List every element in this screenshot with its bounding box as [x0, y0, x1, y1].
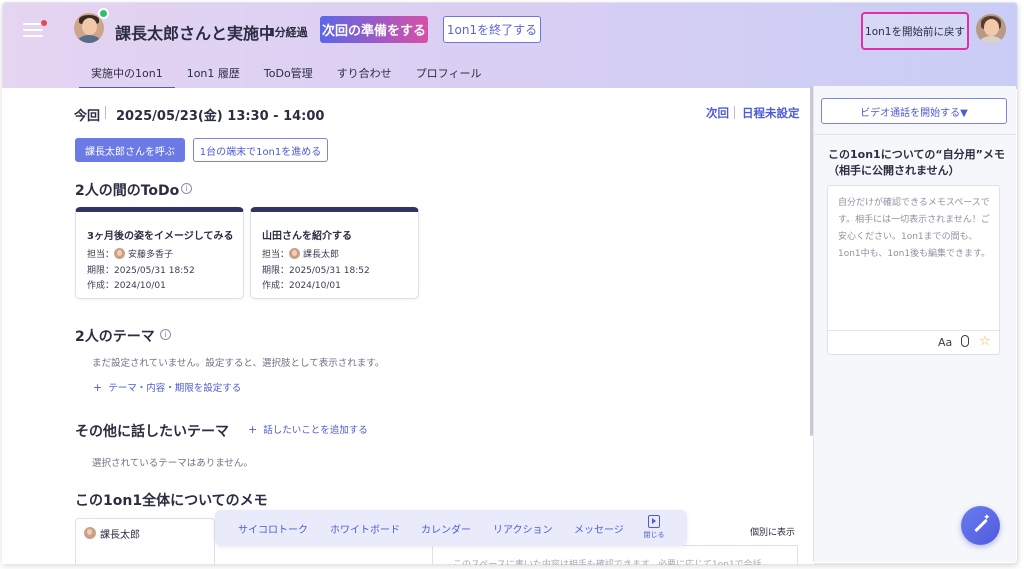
user-avatar[interactable]	[976, 14, 1006, 44]
add-topic-link[interactable]: + 話したいことを追加する	[248, 422, 368, 436]
todo-section-title: 2人の間のToDo	[75, 183, 180, 199]
reaction-button[interactable]: リアクション	[493, 521, 553, 536]
todo-title: 山田さんを紹介する	[262, 231, 352, 242]
assignee-name: 課長太郎	[303, 250, 340, 260]
message-button[interactable]: メッセージ	[574, 521, 624, 536]
prepare-next-button[interactable]: 次回の準備をする	[320, 16, 428, 43]
text-format-icon[interactable]: Aa	[938, 336, 952, 349]
assignee-label: 担当：	[262, 250, 290, 260]
set-theme-link[interactable]: + テーマ・内容・期限を設定する	[93, 380, 241, 394]
info-icon[interactable]: i	[160, 329, 171, 340]
whiteboard-button[interactable]: ホワイトボード	[330, 521, 400, 536]
todo-title: 3ヶ月後の姿をイメージしてみる	[87, 231, 234, 242]
memo-user-name: 課長太郎	[100, 530, 140, 541]
todo-created: 作成：2024/10/01	[262, 281, 341, 291]
shared-memo-input[interactable]: このスペースに書いた内容は相手も確認できます。必要に応じて1on1で会話	[432, 545, 798, 565]
start-video-call-button[interactable]: ビデオ通話を開始する▼	[821, 98, 1007, 124]
divider	[828, 330, 999, 331]
calendar-button[interactable]: カレンダー	[421, 521, 471, 536]
session-title: 課長太郎さんと実施中	[115, 24, 276, 43]
divider	[734, 106, 735, 119]
notification-dot	[41, 20, 47, 26]
next-schedule-link[interactable]: 日程未設定	[742, 105, 800, 121]
memo-user-tab[interactable]	[75, 518, 215, 564]
add-topic-label: 話したいことを追加する	[263, 425, 368, 436]
private-memo-title: この1on1についての“自分用”メモ（相手に公開されません）	[828, 148, 1005, 177]
todo-due: 期限：2025/05/31 18:52	[262, 266, 370, 276]
attachment-icon[interactable]	[961, 335, 969, 347]
memo-user-avatar	[84, 527, 96, 539]
collapse-icon	[648, 515, 660, 528]
plus-icon: +	[93, 381, 103, 394]
assignee-name: 安藤多香子	[128, 250, 174, 260]
theme-empty-text: まだ設定されていません。設定すると、選択肢として表示されます。	[92, 358, 385, 369]
end-1on1-button[interactable]: 1on1を終了する	[443, 16, 541, 43]
todo-due: 期限：2025/05/31 18:52	[87, 266, 195, 276]
tab-history[interactable]: 1on1 履歴	[175, 61, 252, 89]
todo-created: 作成：2024/10/01	[87, 281, 166, 291]
todo-assignee: 担当： 課長太郎	[262, 247, 339, 260]
assignee-avatar	[289, 248, 301, 259]
single-device-button[interactable]: 1台の端末で1on1を進める	[193, 138, 328, 162]
magic-wand-fab-icon[interactable]	[961, 506, 1000, 545]
other-topics-empty: 選択されているテーマはありません。	[92, 458, 253, 469]
other-topics-title: その他に話したいテーマ	[75, 424, 229, 440]
dice-talk-button[interactable]: サイコロトーク	[238, 521, 308, 536]
todo-card[interactable]: 山田さんを紹介する 担当： 課長太郎 期限：2025/05/31 18:52 作…	[250, 207, 419, 299]
individual-view-toggle[interactable]: 個別に表示	[750, 525, 795, 538]
plus-icon: +	[248, 423, 258, 436]
close-label: 閉じる	[643, 531, 665, 539]
call-partner-button[interactable]: 課長太郎さんを呼ぶ	[75, 138, 185, 162]
session-date: 2025/05/23(金) 13:30 - 14:00	[116, 109, 325, 124]
tab-current-1on1[interactable]: 実施中の1on1	[79, 61, 175, 89]
todo-assignee: 担当： 安藤多香子	[87, 247, 173, 260]
todo-card[interactable]: 3ヶ月後の姿をイメージしてみる 担当： 安藤多香子 期限：2025/05/31 …	[75, 207, 244, 299]
tab-todo[interactable]: ToDo管理	[252, 61, 325, 89]
overall-memo-title: この1on1全体についてのメモ	[75, 493, 268, 509]
theme-section-title: 2人のテーマ	[75, 329, 155, 345]
menu-icon[interactable]	[23, 20, 47, 39]
tab-bar: 実施中の1on1 1on1 履歴 ToDo管理 すり合わせ プロフィール	[79, 61, 493, 89]
next-session-link[interactable]: 次回	[706, 105, 729, 121]
private-memo-placeholder: 自分だけが確認できるメモスペースです。相手には一切表示されません！ご安心ください…	[838, 198, 991, 259]
assignee-label: 担当：	[87, 250, 115, 260]
tab-profile[interactable]: プロフィール	[404, 61, 494, 89]
close-toolbar-button[interactable]: 閉じる	[643, 515, 665, 543]
set-theme-label: テーマ・内容・期限を設定する	[108, 383, 242, 394]
header: 課長太郎さんと実施中 1分経過 次回の準備をする 1on1を終了する 1on1を…	[3, 3, 1017, 89]
current-label: 今回	[74, 109, 101, 124]
assignee-avatar	[114, 248, 126, 259]
online-status-icon	[98, 8, 109, 19]
tab-alignment[interactable]: すり合わせ	[325, 61, 404, 89]
elapsed-time: 1分経過	[267, 26, 308, 39]
divider	[813, 134, 1016, 135]
info-icon[interactable]: i	[181, 183, 192, 194]
back-to-before-start-button[interactable]: 1on1を開始前に戻す	[861, 12, 969, 50]
divider	[105, 106, 106, 119]
star-icon[interactable]: ☆	[979, 334, 991, 349]
